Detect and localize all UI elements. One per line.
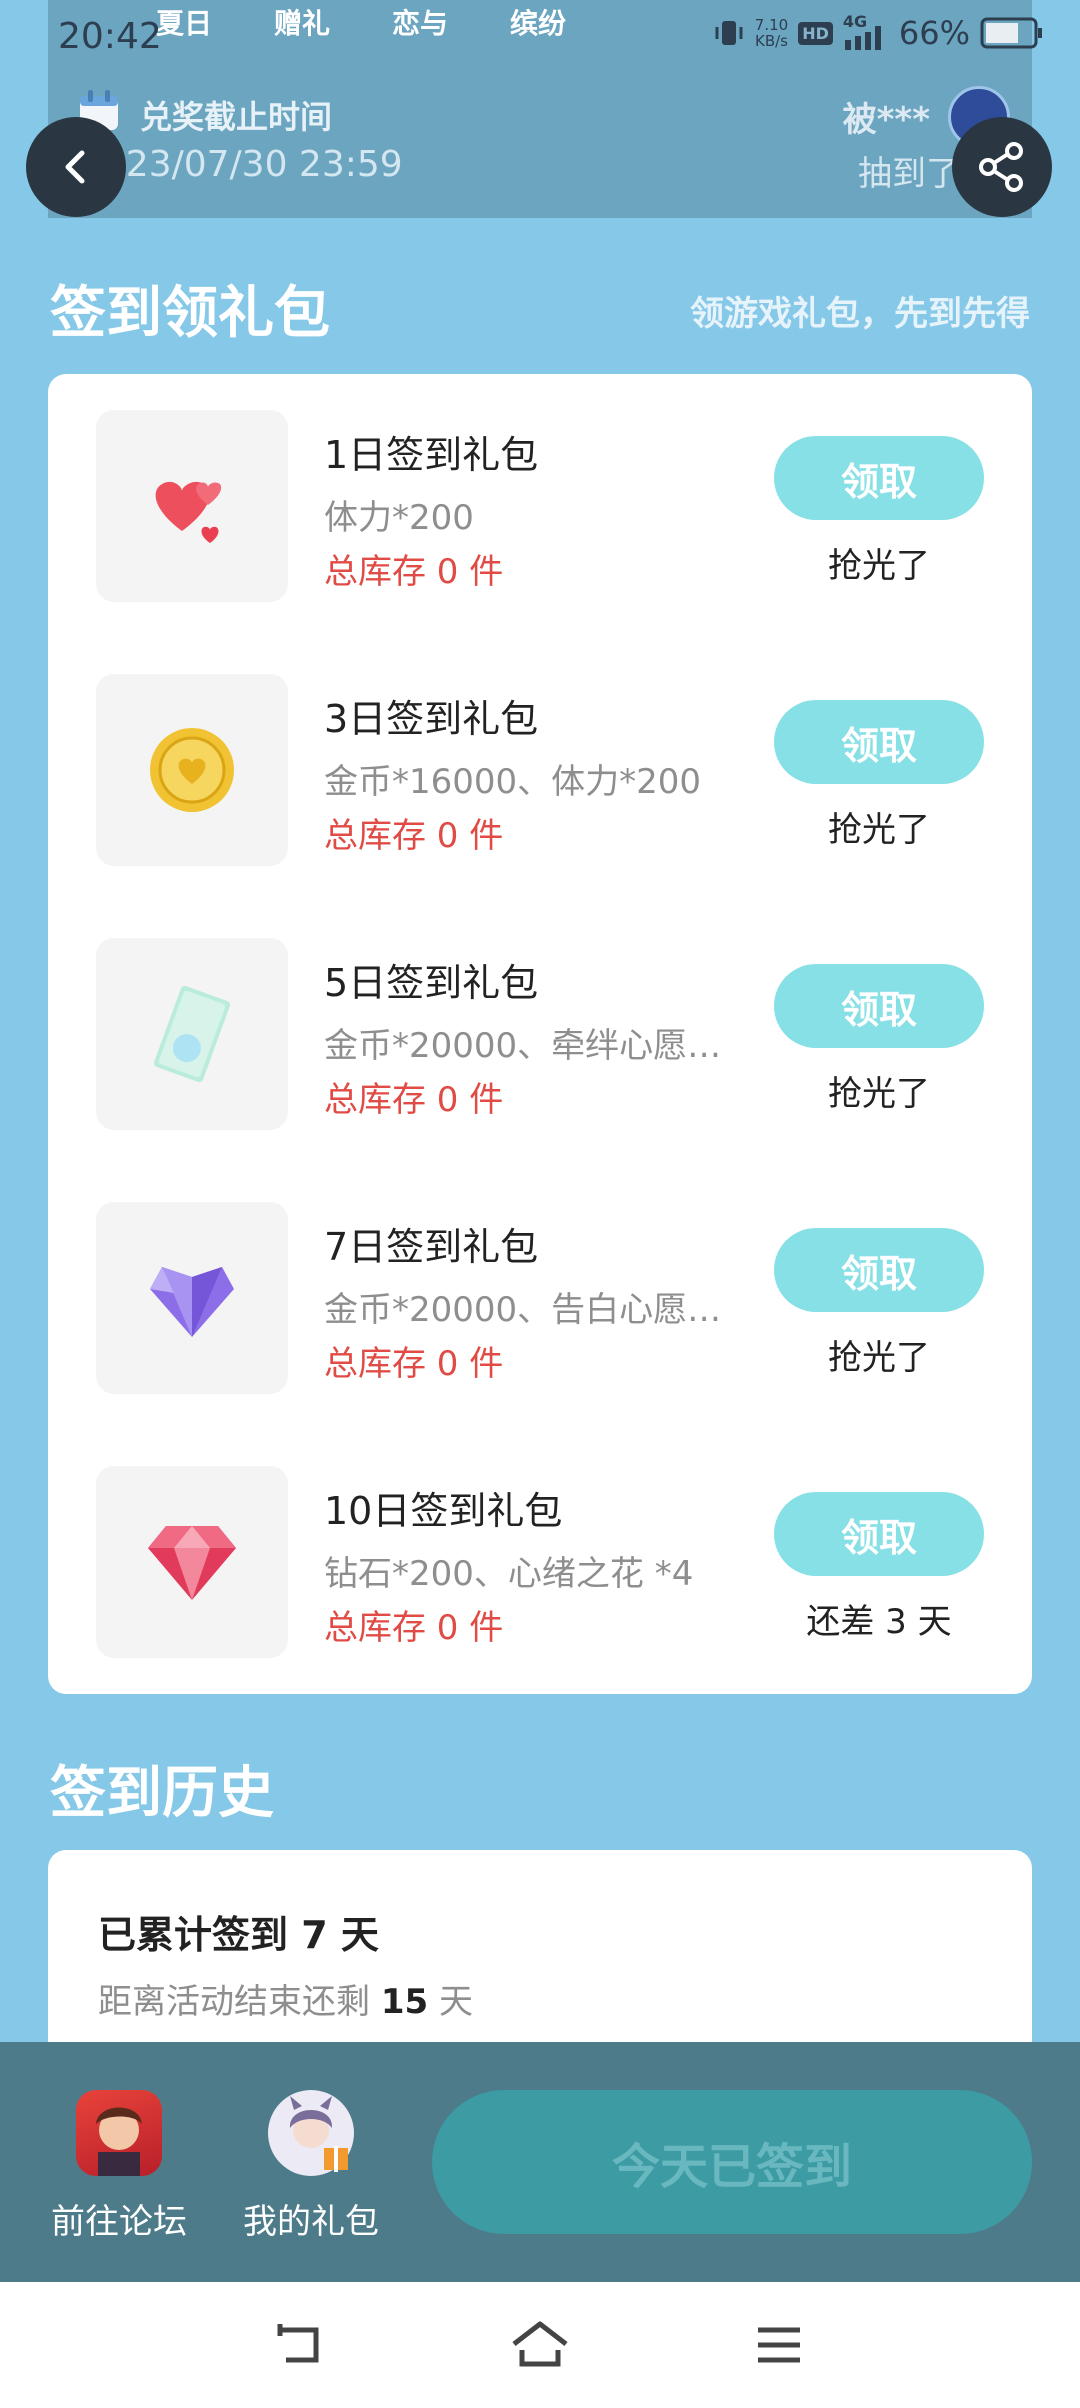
gift-description: 钻石*200、心绪之花 *4: [324, 1554, 694, 1594]
my-gifts-button[interactable]: 我的礼包: [226, 2090, 396, 2243]
chevron-left-icon: [65, 150, 85, 184]
cumulative-signin: 已累计签到 7 天: [98, 1913, 379, 1957]
menu-nav-icon[interactable]: [754, 2320, 804, 2370]
gift-description: 金币*16000、体力*200: [324, 762, 702, 802]
status-time: 20:42: [58, 16, 162, 57]
gift-stock: 总库存 0 件: [324, 816, 504, 856]
gift-stock: 总库存 0 件: [324, 552, 504, 592]
hearts-icon: [155, 481, 222, 543]
back-button[interactable]: [26, 117, 126, 217]
gift-title: 10日签到礼包: [324, 1489, 563, 1533]
gift-item: 5日签到礼包 金币*20000、牵绊心愿… 总库存 0 件 领取 抢光了: [48, 938, 984, 1130]
signal-icon: 4G: [843, 12, 889, 50]
gift-title: 5日签到礼包: [324, 961, 539, 1005]
claim-button[interactable]: 领取: [774, 964, 984, 1048]
gift-avatar-icon: [268, 2090, 354, 2176]
gift-title: 3日签到礼包: [324, 697, 539, 741]
tab-love[interactable]: 恋与: [392, 2, 448, 42]
gift-status: 还差 3 天: [806, 1602, 952, 1642]
purple-heart-gem-icon: [150, 1267, 234, 1337]
gift-status: 抢光了: [828, 1338, 930, 1378]
claim-button[interactable]: 领取: [774, 1492, 984, 1576]
gift-description: 金币*20000、告白心愿…: [324, 1290, 722, 1330]
gift-thumbnail: [96, 1202, 288, 1394]
tab-gift[interactable]: 赠礼: [274, 2, 330, 42]
battery-icon: [980, 17, 1042, 49]
claim-button[interactable]: 领取: [774, 1228, 984, 1312]
gift-item: 10日签到礼包 钻石*200、心绪之花 *4 总库存 0 件 领取 还差 3 天: [48, 1466, 984, 1658]
gift-description: 体力*200: [324, 498, 474, 538]
gift-thumbnail: [96, 410, 288, 602]
deadline-label: 兑奖截止时间: [140, 98, 333, 136]
gift-thumbnail: [96, 938, 288, 1130]
gift-status: 抢光了: [828, 810, 930, 850]
gift-description: 金币*20000、牵绊心愿…: [324, 1026, 722, 1066]
back-nav-icon[interactable]: [272, 2320, 328, 2370]
gift-title: 7日签到礼包: [324, 1225, 539, 1269]
share-button[interactable]: [952, 117, 1052, 217]
winner-name: 被***: [842, 100, 930, 140]
gift-item: 1日签到礼包 体力*200 总库存 0 件 领取 抢光了: [48, 410, 984, 602]
tab-summer[interactable]: 夏日: [156, 2, 212, 42]
signin-section-subtitle: 领游戏礼包，先到先得: [690, 294, 1030, 334]
share-icon: [979, 142, 1023, 192]
gift-item: 7日签到礼包 金币*20000、告白心愿… 总库存 0 件 领取 抢光了: [48, 1202, 984, 1394]
battery-percent: 66%: [898, 14, 970, 52]
signed-today-button[interactable]: 今天已签到: [432, 2090, 1032, 2234]
gift-title: 1日签到礼包: [324, 433, 539, 477]
gift-thumbnail: [96, 674, 288, 866]
home-nav-icon[interactable]: [510, 2320, 570, 2370]
gift-thumbnail: [96, 1466, 288, 1658]
gift-status: 抢光了: [828, 546, 930, 586]
forum-button[interactable]: 前往论坛: [34, 2090, 204, 2243]
status-icons: 7.10 KB/s HD 4G 66%: [713, 12, 1044, 52]
card-icon: [153, 985, 231, 1083]
deadline-date: 2023/07/30 23:59: [80, 144, 403, 185]
gold-coin-icon: [150, 728, 234, 812]
my-gifts-label: 我的礼包: [243, 2202, 379, 2242]
gift-item: 3日签到礼包 金币*16000、体力*200 总库存 0 件 领取 抢光了: [48, 674, 984, 866]
vibrate-icon: [715, 21, 743, 45]
remaining-days: 距离活动结束还剩 15 天: [98, 1982, 473, 2022]
forum-label: 前往论坛: [51, 2202, 187, 2242]
red-diamond-icon: [148, 1526, 236, 1600]
gift-status: 抢光了: [828, 1074, 930, 1114]
claim-button[interactable]: 领取: [774, 700, 984, 784]
gift-stock: 总库存 0 件: [324, 1608, 504, 1648]
gift-list-card: 1日签到礼包 体力*200 总库存 0 件 领取 抢光了 3日签到礼包 金币*1…: [48, 374, 1032, 1694]
gift-stock: 总库存 0 件: [324, 1080, 504, 1120]
signin-section-title: 签到领礼包: [50, 281, 330, 346]
gift-stock: 总库存 0 件: [324, 1344, 504, 1384]
history-section-title: 签到历史: [50, 1761, 274, 1826]
hd-icon: HD: [798, 21, 833, 45]
network-speed: 7.10 KB/s: [754, 16, 789, 50]
tab-colorful[interactable]: 缤纷: [510, 2, 566, 42]
claim-button[interactable]: 领取: [774, 436, 984, 520]
forum-app-icon: [76, 2090, 162, 2176]
